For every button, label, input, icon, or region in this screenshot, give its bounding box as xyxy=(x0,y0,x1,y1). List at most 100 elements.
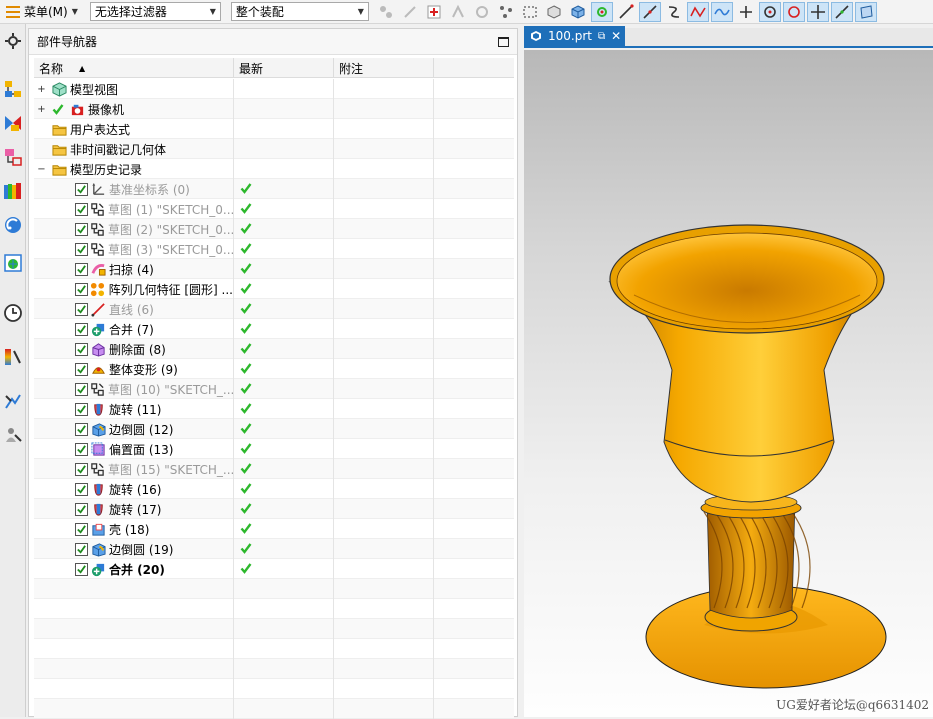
feature-row[interactable]: 直线 (6) xyxy=(34,299,514,319)
rectangle-select-icon[interactable] xyxy=(519,2,541,22)
visibility-checkbox[interactable] xyxy=(75,362,88,376)
visibility-checkbox[interactable] xyxy=(75,202,88,216)
settings-gear-icon[interactable] xyxy=(0,24,26,58)
feature-row[interactable]: 偏置面 (13) xyxy=(34,439,514,459)
visibility-checkbox[interactable] xyxy=(75,302,88,316)
feature-row[interactable]: 草图 (10) "SKETCH_... xyxy=(34,379,514,399)
feature-row[interactable]: 边倒圆 (12) xyxy=(34,419,514,439)
pin-icon[interactable]: ⧉ xyxy=(598,31,605,42)
tree-row[interactable]: − 模型历史记录 xyxy=(34,159,514,179)
visibility-checkbox[interactable] xyxy=(75,322,88,336)
newest-cell xyxy=(234,619,334,639)
wave-link-alt-icon[interactable] xyxy=(399,2,421,22)
constraint-navigator-icon[interactable] xyxy=(0,106,26,140)
feature-row[interactable]: 合并 (20) xyxy=(34,559,514,579)
visibility-checkbox[interactable] xyxy=(75,482,88,496)
roles-icon[interactable] xyxy=(0,418,26,452)
visibility-checkbox[interactable] xyxy=(75,562,88,576)
expand-icon[interactable]: + xyxy=(37,104,46,115)
feature-row[interactable]: 草图 (1) "SKETCH_0... xyxy=(34,199,514,219)
spacer-cell xyxy=(434,379,514,399)
note-cell xyxy=(334,499,434,519)
visibility-checkbox[interactable] xyxy=(75,462,88,476)
visibility-checkbox[interactable] xyxy=(75,402,88,416)
feature-row[interactable]: 草图 (2) "SKETCH_0... xyxy=(34,219,514,239)
column-header-newest[interactable]: 最新 xyxy=(234,58,334,78)
move-gray-icon[interactable] xyxy=(447,2,469,22)
feature-row[interactable]: 草图 (3) "SKETCH_0... xyxy=(34,239,514,259)
hd3d-tools-icon[interactable] xyxy=(0,208,26,242)
expand-icon[interactable]: + xyxy=(37,84,46,95)
maximize-icon[interactable] xyxy=(498,36,509,47)
visibility-checkbox[interactable] xyxy=(75,522,88,536)
feature-row[interactable]: 草图 (15) "SKETCH_... xyxy=(34,459,514,479)
spline-icon[interactable] xyxy=(686,1,709,22)
column-header-name[interactable]: 名称 ▲ xyxy=(34,58,234,78)
visibility-checkbox[interactable] xyxy=(75,422,88,436)
visible-check-icon[interactable] xyxy=(50,101,66,117)
visibility-checkbox[interactable] xyxy=(75,382,88,396)
wave-curve-icon[interactable] xyxy=(710,1,733,22)
line-tool-alt-icon[interactable] xyxy=(638,1,661,22)
feature-row[interactable]: 基准坐标系 (0) xyxy=(34,179,514,199)
feature-row[interactable]: 壳 (18) xyxy=(34,519,514,539)
wave-link-icon[interactable] xyxy=(375,2,397,22)
process-studio-icon[interactable] xyxy=(0,384,26,418)
close-icon[interactable]: ✕ xyxy=(611,29,621,43)
visualization-palette-icon[interactable] xyxy=(0,340,26,374)
feature-row[interactable]: 阵列几何特征 [圆形] ... xyxy=(34,279,514,299)
tree-row[interactable]: 用户表达式 xyxy=(34,119,514,139)
feature-row[interactable]: 旋转 (11) xyxy=(34,399,514,419)
snap-point-icon[interactable] xyxy=(423,2,445,22)
assembly-scope-dropdown[interactable]: 整个装配 ▼ xyxy=(230,2,369,21)
web-browser-icon[interactable] xyxy=(0,246,26,280)
visibility-checkbox[interactable] xyxy=(75,262,88,276)
feature-row[interactable]: 删除面 (8) xyxy=(34,339,514,359)
history-clock-icon[interactable] xyxy=(0,296,26,330)
collapse-icon[interactable]: − xyxy=(37,164,46,175)
part-navigator-icon[interactable] xyxy=(0,140,26,174)
feature-row[interactable]: 旋转 (16) xyxy=(34,479,514,499)
point-set-icon[interactable] xyxy=(495,2,517,22)
feature-row[interactable]: 扫掠 (4) xyxy=(34,259,514,279)
visibility-checkbox[interactable] xyxy=(75,442,88,456)
assembly-navigator-icon[interactable] xyxy=(0,72,26,106)
tree-row[interactable]: + 模型视图 xyxy=(34,79,514,99)
tree-row[interactable]: 非时间戳记几何体 xyxy=(34,139,514,159)
curve-tool-icon[interactable] xyxy=(663,2,685,22)
menu-button[interactable]: 菜单(M) ▼ xyxy=(2,2,82,22)
feature-row[interactable]: 边倒圆 (19) xyxy=(34,539,514,559)
snap-endpoint-icon[interactable] xyxy=(590,1,613,22)
visibility-checkbox[interactable] xyxy=(75,342,88,356)
empty-row xyxy=(34,579,514,599)
empty-row xyxy=(34,639,514,659)
visibility-checkbox[interactable] xyxy=(75,542,88,556)
visibility-checkbox[interactable] xyxy=(75,222,88,236)
selection-filter-dropdown[interactable]: 无选择过滤器 ▼ xyxy=(89,2,221,21)
visibility-checkbox[interactable] xyxy=(75,242,88,256)
crosshair-icon[interactable] xyxy=(806,1,829,22)
tree-row[interactable]: + 摄像机 xyxy=(34,99,514,119)
shaded-cube-icon[interactable] xyxy=(567,2,589,22)
circle-center-icon[interactable] xyxy=(758,1,781,22)
goblet-model[interactable] xyxy=(524,50,933,717)
visibility-checkbox[interactable] xyxy=(75,282,88,296)
edge-blend-icon xyxy=(90,541,106,557)
column-header-note[interactable]: 附注 xyxy=(334,58,434,78)
document-tab[interactable]: 100.prt ⧉ ✕ xyxy=(524,26,626,46)
view-cube-icon[interactable] xyxy=(543,2,565,22)
visibility-checkbox[interactable] xyxy=(75,182,88,196)
line-tool-icon[interactable] xyxy=(615,2,637,22)
midpoint-icon[interactable] xyxy=(830,1,853,22)
visibility-checkbox[interactable] xyxy=(75,502,88,516)
feature-row[interactable]: 合并 (7) xyxy=(34,319,514,339)
feature-row[interactable]: 旋转 (17) xyxy=(34,499,514,519)
3d-viewport[interactable]: UG爱好者论坛@q6631402 xyxy=(524,50,933,717)
feature-row[interactable]: 整体变形 (9) xyxy=(34,359,514,379)
snap-face-icon[interactable] xyxy=(854,1,877,22)
rotate-gray-icon[interactable] xyxy=(471,2,493,22)
reuse-library-icon[interactable] xyxy=(0,174,26,208)
intersection-icon[interactable] xyxy=(735,2,757,22)
feature-label: 边倒圆 (19) xyxy=(109,542,174,557)
quadrant-point-icon[interactable] xyxy=(782,1,805,22)
